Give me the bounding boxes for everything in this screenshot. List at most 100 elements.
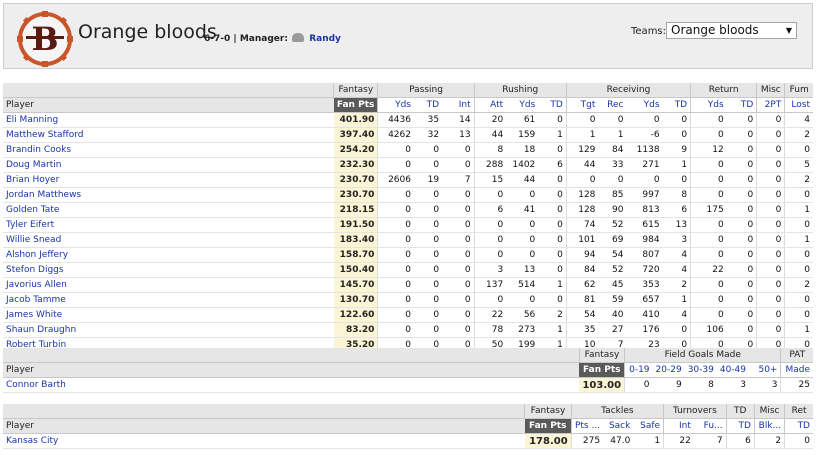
sort-misc-2pt[interactable]: 2PT (756, 97, 785, 113)
player-name-link[interactable]: Connor Barth (3, 377, 580, 393)
sort-ret-td[interactable]: TD (726, 97, 757, 113)
stat-cell: 0 (756, 322, 785, 338)
sort-fan-pts[interactable]: Fan Pts (524, 418, 572, 434)
defense-rows: Kansas City 178.00 275 47.0 1 22 7 6 2 0 (3, 433, 813, 449)
stat-cell: 3 (749, 377, 781, 393)
player-name-link[interactable]: Shaun Draughn (3, 322, 334, 338)
stat-cell: 0 (784, 217, 813, 233)
sort-ret-td[interactable]: TD (784, 418, 813, 434)
stat-cell: 0 (538, 262, 567, 278)
player-name-link[interactable]: Doug Martin (3, 157, 334, 173)
sort-rec-yds[interactable]: Yds (626, 97, 663, 113)
stat-cell: 0 (756, 202, 785, 218)
player-name-link[interactable]: Matthew Stafford (3, 127, 334, 143)
stat-cell: 5 (784, 157, 813, 173)
sort-rec-rec[interactable]: Rec (598, 97, 627, 113)
sort-fg-20-29[interactable]: 20-29 (652, 362, 685, 378)
player-name-link[interactable]: James White (3, 307, 334, 323)
sort-fan-pts[interactable]: Fan Pts (579, 362, 625, 378)
player-name-link[interactable]: Willie Snead (3, 232, 334, 248)
fantasy-points: 230.70 (333, 172, 378, 188)
group-misc: Misc (756, 83, 785, 98)
player-name-link[interactable]: Jordan Matthews (3, 187, 334, 203)
group-misc: Misc (753, 404, 785, 419)
table-row: Jordan Matthews 230.70 0 0 0 0 0 0 128 85 997 8 0 0 0 0 (3, 187, 813, 203)
stat-cell: 0 (377, 142, 414, 158)
stat-cell: 0 (377, 187, 414, 203)
stat-cell: 6 (473, 202, 507, 218)
player-name-link[interactable]: Brian Hoyer (3, 172, 334, 188)
player-name-link[interactable]: Jacob Tamme (3, 292, 334, 308)
manager-link[interactable]: Randy (309, 34, 341, 44)
sort-fumbles[interactable]: Fu... (693, 418, 727, 434)
stat-cell: 8 (684, 377, 717, 393)
stat-cell: 3 (662, 232, 691, 248)
sort-fg-40-49[interactable]: 40-49 (716, 362, 749, 378)
kicker-rows: Connor Barth 103.00 0 9 8 3 3 25 (3, 377, 813, 393)
sort-td[interactable]: TD (725, 418, 755, 434)
stat-cell: 0 (726, 157, 757, 173)
sort-sack[interactable]: Sack (603, 418, 634, 434)
sort-pat-made[interactable]: Made (780, 362, 813, 378)
player-name-link[interactable]: Alshon Jeffery (3, 247, 334, 263)
sort-pts-allowed[interactable]: Pts ... (570, 418, 604, 434)
sort-pass-yds[interactable]: Yds (377, 97, 414, 113)
sort-pass-td[interactable]: TD (413, 97, 443, 113)
stat-cell: 25 (780, 377, 813, 393)
stat-cell: 175 (690, 202, 727, 218)
sort-rush-yds[interactable]: Yds (506, 97, 539, 113)
stat-cell: 0 (756, 217, 785, 233)
player-name-link[interactable]: Stefon Diggs (3, 262, 334, 278)
group-passing: Passing (377, 83, 475, 98)
table-row: Matthew Stafford 397.40 4262 32 13 44 159 1 1 1 -6… (3, 127, 813, 143)
player-name-link[interactable]: Javorius Allen (3, 277, 334, 293)
player-name-link[interactable]: Eli Manning (3, 112, 334, 128)
stat-cell: 0 (442, 142, 475, 158)
sort-fg-0-19[interactable]: 0-19 (624, 362, 653, 378)
stat-cell: 3 (716, 377, 749, 393)
stat-cell: 8 (473, 142, 507, 158)
sort-rush-td[interactable]: TD (538, 97, 567, 113)
table-row: Doug Martin 232.30 0 0 0 288 1402 6 44 33 271 1 0 0 0 5 (3, 157, 813, 173)
sort-safe[interactable]: Safe (633, 418, 664, 434)
sort-fan-pts[interactable]: Fan Pts (333, 97, 378, 113)
stat-cell: 410 (626, 307, 663, 323)
stat-cell: 0 (413, 277, 443, 293)
sort-int[interactable]: Int (663, 418, 694, 434)
fantasy-points: 130.70 (333, 292, 378, 308)
player-name-link[interactable]: Tyler Eifert (3, 217, 334, 233)
stat-cell: 32 (413, 127, 443, 143)
sort-blk[interactable]: Blk... (753, 418, 785, 434)
sort-fg-50-plus[interactable]: 50+ (749, 362, 781, 378)
player-name-link[interactable]: Golden Tate (3, 202, 334, 218)
teams-select[interactable]: Orange bloods ▼ (666, 22, 797, 39)
stat-cell: 59 (598, 292, 627, 308)
sort-ret-yds[interactable]: Yds (690, 97, 727, 113)
stat-cell: 13 (662, 217, 691, 233)
stat-cell: 0 (473, 187, 507, 203)
fantasy-points: 230.70 (333, 187, 378, 203)
sort-fum-lost[interactable]: Lost (784, 97, 813, 113)
sort-rush-att[interactable]: Att (473, 97, 507, 113)
table-row: James White 122.60 0 0 0 22 56 2 54 40 410 4 0 0 0 0 (3, 307, 813, 323)
stat-cell: 0 (784, 307, 813, 323)
stat-cell: 0 (690, 112, 727, 128)
sort-fg-30-39[interactable]: 30-39 (684, 362, 717, 378)
sort-pass-int[interactable]: Int (442, 97, 475, 113)
player-name-link[interactable]: Kansas City (3, 433, 525, 449)
sort-rec-tgt[interactable]: Tgt (565, 97, 599, 113)
stat-cell: 6 (725, 433, 755, 449)
stat-cell: 0 (756, 232, 785, 248)
stat-cell: 47.0 (603, 433, 634, 449)
stat-cell: 4262 (377, 127, 414, 143)
stat-cell: 0 (784, 187, 813, 203)
stat-cell: 54 (565, 307, 599, 323)
sort-rec-td[interactable]: TD (662, 97, 691, 113)
stat-cell: -6 (626, 127, 663, 143)
stat-cell: 54 (598, 247, 627, 263)
stat-cell: 13 (442, 127, 475, 143)
stat-cell: 0 (538, 202, 567, 218)
stat-cell: 0 (756, 292, 785, 308)
group-td: TD (725, 404, 755, 419)
player-name-link[interactable]: Brandin Cooks (3, 142, 334, 158)
